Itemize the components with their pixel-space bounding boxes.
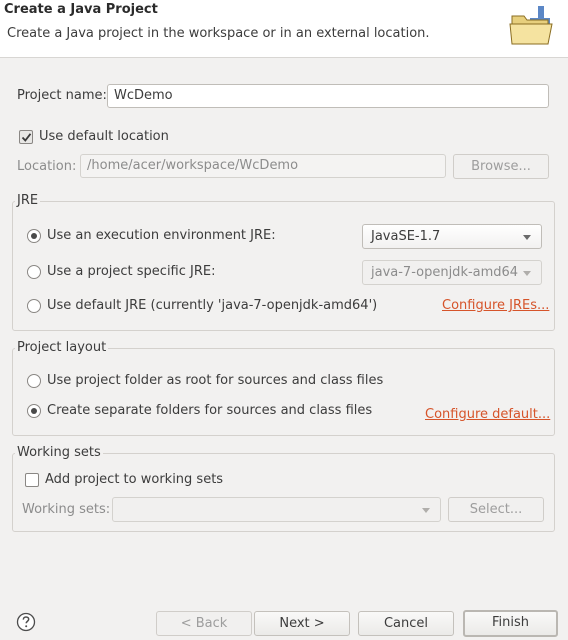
chevron-down-icon	[523, 271, 531, 276]
execution-environment-label: Use an execution environment JRE:	[47, 228, 276, 243]
help-icon[interactable]	[16, 612, 36, 632]
working-sets-group-title: Working sets	[15, 445, 103, 460]
use-default-location-checkbox[interactable]	[19, 130, 33, 144]
default-jre-label: Use default JRE (currently 'java-7-openj…	[47, 298, 378, 313]
project-folder-root-radio[interactable]	[27, 374, 41, 388]
wizard-title: Create a Java Project	[4, 2, 158, 17]
project-name-input[interactable]: WcDemo	[107, 84, 549, 108]
project-specific-jre-label: Use a project specific JRE:	[47, 264, 216, 279]
wizard-banner: Create a Java Project Create a Java proj…	[0, 0, 568, 58]
project-specific-jre-select[interactable]: java-7-openjdk-amd64	[362, 260, 542, 285]
execution-environment-radio[interactable]	[27, 229, 41, 243]
separate-folders-label: Create separate folders for sources and …	[47, 403, 373, 418]
chevron-down-icon	[523, 235, 531, 240]
configure-default-link[interactable]: Configure default...	[425, 407, 550, 422]
working-sets-label: Working sets:	[22, 502, 111, 517]
browse-button[interactable]: Browse...	[453, 154, 549, 179]
project-specific-jre-radio[interactable]	[27, 265, 41, 279]
jre-group-title: JRE	[15, 193, 41, 208]
location-label: Location:	[17, 159, 77, 174]
project-layout-group-title: Project layout	[15, 340, 109, 355]
folder-icon	[509, 6, 553, 45]
project-layout-group	[12, 348, 555, 436]
add-to-working-sets-checkbox[interactable]	[25, 473, 39, 487]
use-default-location-label: Use default location	[39, 129, 169, 144]
separate-folders-radio[interactable]	[27, 404, 41, 418]
next-button[interactable]: Next >	[254, 611, 350, 636]
location-input[interactable]: /home/acer/workspace/WcDemo	[80, 154, 446, 178]
execution-environment-value: JavaSE-1.7	[371, 229, 441, 244]
checkmark-icon	[21, 133, 32, 142]
project-specific-jre-value: java-7-openjdk-amd64	[371, 265, 519, 280]
add-to-working-sets-label: Add project to working sets	[45, 472, 224, 487]
cancel-button[interactable]: Cancel	[358, 611, 454, 636]
project-name-label: Project name:	[17, 88, 107, 103]
select-working-sets-button[interactable]: Select...	[448, 497, 544, 522]
configure-jres-link[interactable]: Configure JREs...	[442, 298, 549, 313]
working-sets-select[interactable]	[112, 497, 441, 522]
finish-button[interactable]: Finish	[463, 610, 558, 637]
project-folder-root-label: Use project folder as root for sources a…	[47, 373, 384, 388]
default-jre-radio[interactable]	[27, 299, 41, 313]
wizard-description: Create a Java project in the workspace o…	[7, 26, 430, 41]
execution-environment-select[interactable]: JavaSE-1.7	[362, 224, 542, 249]
chevron-down-icon	[422, 508, 430, 513]
back-button[interactable]: < Back	[156, 611, 252, 636]
